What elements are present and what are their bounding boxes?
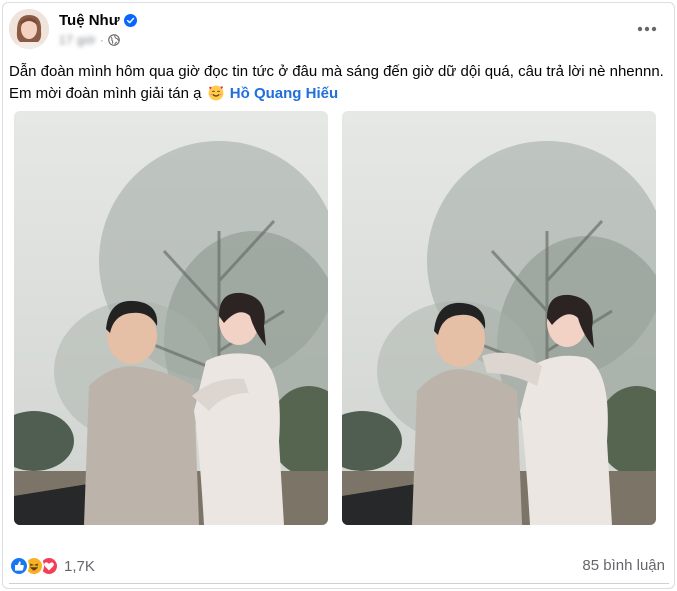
- caption-line-1: Dẫn đoàn mình hôm qua giờ đọc tin tức ở …: [9, 63, 664, 80]
- post-header: Tuệ Như 17 giờ ·: [9, 9, 669, 53]
- caption-line-2-text: Em mời đoàn mình giải tán ạ: [9, 85, 202, 102]
- smiling-face-with-hearts-emoji: [208, 85, 224, 101]
- comment-count[interactable]: 85 bình luận: [582, 557, 665, 574]
- post-photo-2[interactable]: [342, 111, 656, 525]
- reactions-summary[interactable]: 1,7K: [9, 556, 95, 576]
- verified-badge-icon: [123, 14, 137, 27]
- more-options-icon[interactable]: [633, 17, 661, 41]
- author-name[interactable]: Tuệ Như: [59, 12, 137, 29]
- avatar[interactable]: [9, 9, 49, 49]
- post-timestamp[interactable]: 17 giờ: [59, 33, 96, 47]
- globe-icon[interactable]: [108, 34, 120, 46]
- footer-divider: [9, 583, 669, 584]
- post-footer: 1,7K 85 bình luận: [9, 551, 667, 579]
- caption-line-2: Em mời đoàn mình giải tán ạ Hồ Quang Hiế…: [9, 83, 669, 105]
- author-name-text[interactable]: Tuệ Như: [59, 12, 120, 29]
- post-card: Tuệ Như 17 giờ · Dẫn đoàn mình hôm qua g…: [2, 2, 675, 589]
- post-meta: 17 giờ ·: [59, 33, 120, 47]
- meta-separator: ·: [99, 33, 104, 47]
- post-photo-1[interactable]: [14, 111, 328, 525]
- like-icon: [9, 556, 29, 576]
- mention-link[interactable]: Hồ Quang Hiếu: [230, 85, 338, 102]
- post-caption: Dẫn đoàn mình hôm qua giờ đọc tin tức ở …: [9, 61, 669, 105]
- reaction-count[interactable]: 1,7K: [64, 558, 95, 575]
